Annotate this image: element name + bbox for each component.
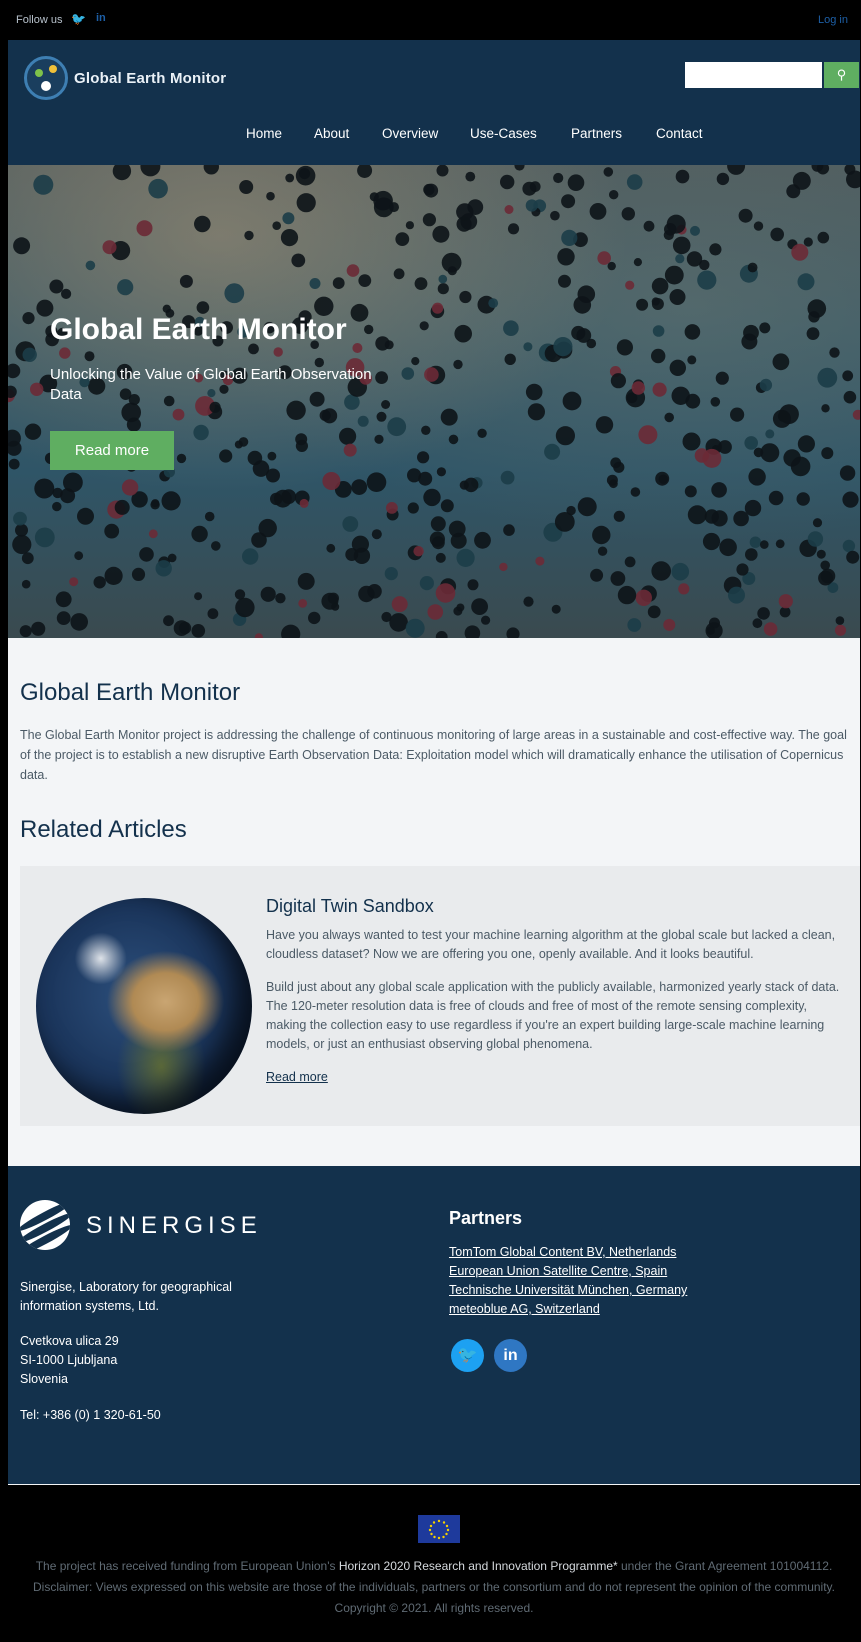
address-line: Slovenia xyxy=(20,1372,68,1386)
twitter-icon[interactable]: 🐦 xyxy=(451,1339,484,1372)
follow-us-label: Follow us xyxy=(16,14,63,26)
funding-text: The project has received funding from Eu… xyxy=(35,1559,833,1573)
search-input[interactable] xyxy=(685,62,822,88)
globe-logo-icon[interactable] xyxy=(24,56,68,100)
login-link[interactable]: Log in xyxy=(818,14,848,26)
article-card: Digital Twin Sandbox Have you always wan… xyxy=(20,866,860,1126)
address-line: SI-1000 Ljubljana xyxy=(20,1353,118,1367)
partner-link[interactable]: European Union Satellite Centre, Spain xyxy=(449,1264,667,1278)
related-articles-title: Related Articles xyxy=(20,816,187,843)
top-bar: Follow us 🐦 in Log in xyxy=(8,6,860,40)
site-footer: SINERGISE Sinergise, Laboratory for geog… xyxy=(8,1166,860,1484)
site-header: Global Earth Monitor ⚲ Home About Overvi… xyxy=(8,40,860,165)
article-paragraph: Build just about any global scale applic… xyxy=(266,980,840,1051)
twitter-icon[interactable]: 🐦 xyxy=(71,12,86,26)
funding-bar: The project has received funding from Eu… xyxy=(8,1485,860,1642)
horizon-2020-text: Horizon 2020 Research and Innovation Pro… xyxy=(338,1559,618,1573)
linkedin-icon[interactable]: in xyxy=(96,12,106,24)
nav-overview[interactable]: Overview xyxy=(382,126,438,141)
partner-link[interactable]: TomTom Global Content BV, Netherlands xyxy=(449,1245,676,1259)
nav-home[interactable]: Home xyxy=(246,126,282,141)
hero-subtitle: Unlocking the Value of Global Earth Obse… xyxy=(50,366,372,403)
sinergise-logo-icon[interactable] xyxy=(20,1200,70,1250)
eu-flag-icon xyxy=(418,1515,460,1543)
about-title: Global Earth Monitor xyxy=(20,679,241,706)
hero-title: Global Earth Monitor xyxy=(50,313,347,346)
nav-about[interactable]: About xyxy=(314,126,349,141)
earth-globe-image[interactable] xyxy=(36,898,252,1114)
article-title[interactable]: Digital Twin Sandbox xyxy=(266,896,434,917)
copyright-text: Copyright © 2021. All rights reserved. xyxy=(334,1601,534,1615)
site-logo-text[interactable]: Global Earth Monitor xyxy=(74,70,226,87)
linkedin-icon[interactable]: in xyxy=(494,1339,527,1372)
nav-contact[interactable]: Contact xyxy=(656,126,703,141)
hero-banner: Global Earth Monitor Unlocking the Value… xyxy=(8,165,860,638)
partners-title: Partners xyxy=(449,1208,523,1228)
article-paragraph: Have you always wanted to test your mach… xyxy=(266,928,836,961)
company-description: information systems, Ltd. xyxy=(20,1299,159,1313)
nav-use-cases[interactable]: Use-Cases xyxy=(470,126,537,141)
search-icon: ⚲ xyxy=(836,67,847,82)
company-description: Sinergise, Laboratory for geographical xyxy=(20,1280,232,1294)
nav-partners[interactable]: Partners xyxy=(571,126,622,141)
disclaimer-text: Disclaimer: Views expressed on this webs… xyxy=(33,1580,835,1594)
article-read-more-link[interactable]: Read more xyxy=(266,1070,328,1084)
hero-read-more-button[interactable]: Read more xyxy=(50,431,174,470)
page: Follow us 🐦 in Log in Global Earth Monit… xyxy=(8,6,860,1642)
phone-number: Tel: +386 (0) 1 320-61-50 xyxy=(20,1408,161,1422)
company-name: SINERGISE xyxy=(86,1212,262,1239)
partner-link[interactable]: meteoblue AG, Switzerland xyxy=(449,1302,600,1316)
search-button[interactable]: ⚲ xyxy=(824,62,859,88)
partner-link[interactable]: Technische Universität München, Germany xyxy=(449,1283,687,1297)
address-line: Cvetkova ulica 29 xyxy=(20,1334,119,1348)
about-text: The Global Earth Monitor project is addr… xyxy=(20,728,847,782)
main-nav: Home About Overview Use-Cases Partners C… xyxy=(8,126,860,146)
